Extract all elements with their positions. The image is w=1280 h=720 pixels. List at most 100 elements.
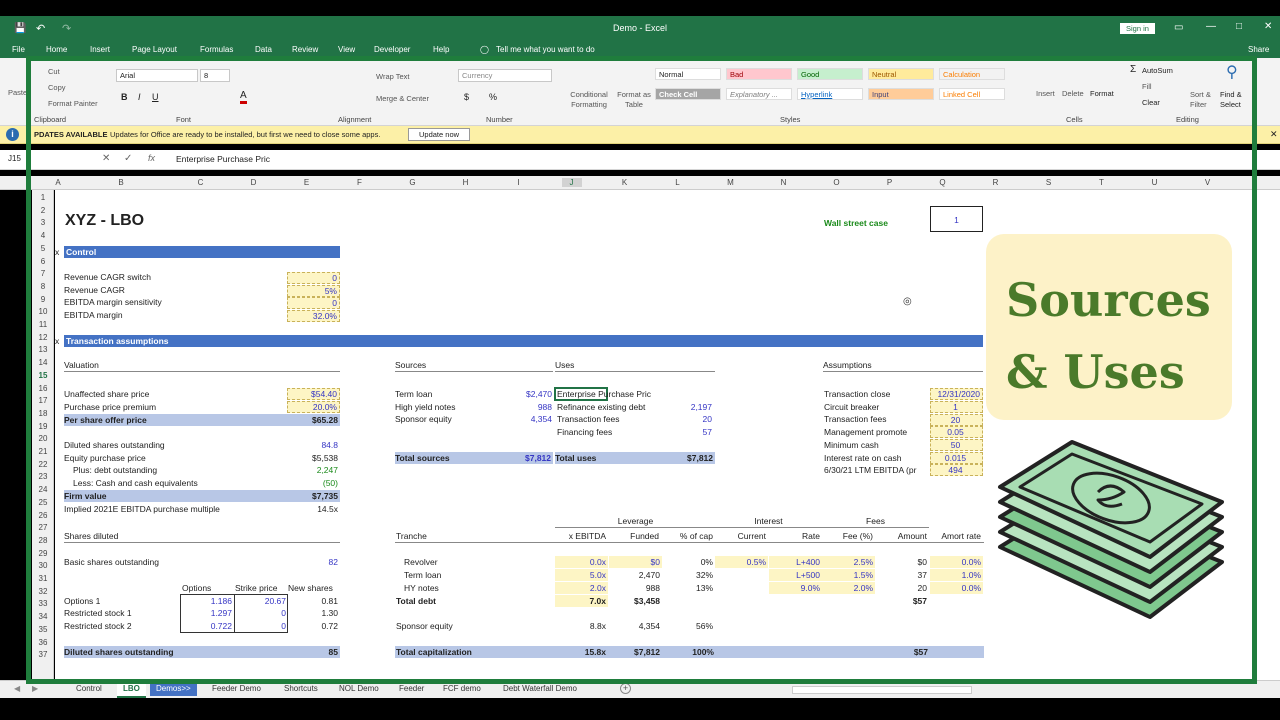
- column-header[interactable]: R: [986, 178, 1006, 187]
- row-header[interactable]: 18: [34, 409, 52, 418]
- row-header[interactable]: 21: [34, 447, 52, 456]
- italic-button[interactable]: I: [138, 92, 141, 102]
- row-header[interactable]: 37: [34, 650, 52, 659]
- horizontal-scrollbar[interactable]: [792, 686, 972, 694]
- row-header[interactable]: 11: [34, 320, 52, 329]
- row-header[interactable]: 22: [34, 460, 52, 469]
- row-header[interactable]: 23: [34, 472, 52, 481]
- font-name-select[interactable]: Arial: [116, 69, 198, 82]
- minimize-icon[interactable]: —: [1206, 21, 1216, 32]
- format-cells-button[interactable]: Format: [1090, 89, 1114, 98]
- insert-cells-button[interactable]: Insert: [1036, 89, 1055, 98]
- column-header[interactable]: C: [191, 178, 211, 187]
- close-info-icon[interactable]: ✕: [1270, 129, 1278, 140]
- row-header[interactable]: 28: [34, 536, 52, 545]
- row-header[interactable]: 8: [34, 282, 52, 291]
- style-bad[interactable]: Bad: [726, 68, 792, 80]
- option-count[interactable]: 0.722: [181, 621, 232, 632]
- row-header[interactable]: 13: [34, 345, 52, 354]
- row-header[interactable]: 2: [34, 206, 52, 215]
- column-header[interactable]: H: [456, 178, 476, 187]
- merge-center-button[interactable]: Merge & Center: [376, 94, 429, 103]
- column-header[interactable]: T: [1092, 178, 1112, 187]
- menu-view[interactable]: View: [338, 45, 355, 54]
- copy-button[interactable]: Copy: [48, 83, 66, 92]
- tranche-input[interactable]: L+400: [769, 556, 822, 568]
- tranche-input[interactable]: 2.0%: [822, 582, 875, 594]
- row-header[interactable]: 29: [34, 549, 52, 558]
- tranche-input[interactable]: 5.0x: [555, 569, 608, 581]
- tab-debt-waterfall-demo[interactable]: Debt Waterfall Demo: [503, 684, 577, 693]
- column-header[interactable]: V: [1198, 178, 1218, 187]
- menu-insert[interactable]: Insert: [90, 45, 110, 54]
- name-box[interactable]: J15: [8, 154, 68, 163]
- tranche-input[interactable]: 2.5%: [822, 556, 875, 568]
- assumption-input[interactable]: 0.05: [930, 426, 983, 438]
- share-button[interactable]: Share: [1248, 45, 1269, 54]
- style-explanatory[interactable]: Explanatory ...: [726, 88, 792, 100]
- control-input[interactable]: 32.0%: [287, 310, 340, 322]
- row-header[interactable]: 6: [34, 257, 52, 266]
- formula-input[interactable]: Enterprise Purchase Pric: [176, 154, 270, 164]
- tranche-input[interactable]: L+500: [769, 569, 822, 581]
- row-header[interactable]: 30: [34, 561, 52, 570]
- val-input[interactable]: $54.40: [287, 388, 340, 400]
- column-header[interactable]: B: [111, 178, 131, 187]
- number-format-select[interactable]: Currency: [458, 69, 552, 82]
- tab-scroll-left-icon[interactable]: ◀: [14, 684, 20, 693]
- row-header[interactable]: 5: [34, 244, 52, 253]
- row-header[interactable]: 14: [34, 358, 52, 367]
- tab-scroll-right-icon[interactable]: ▶: [32, 684, 38, 693]
- assumption-input[interactable]: 494: [930, 464, 983, 476]
- row-header[interactable]: 32: [34, 587, 52, 596]
- currency-icon[interactable]: $: [464, 92, 469, 102]
- tranche-input[interactable]: 9.0%: [769, 582, 822, 594]
- assumption-input[interactable]: 20: [930, 414, 983, 426]
- row-header[interactable]: 7: [34, 269, 52, 278]
- column-header[interactable]: O: [827, 178, 847, 187]
- column-header[interactable]: I: [509, 178, 529, 187]
- menu-data[interactable]: Data: [255, 45, 272, 54]
- use-label[interactable]: Enterprise Purchase Pric: [557, 389, 651, 400]
- enter-formula-icon[interactable]: ✓: [124, 153, 132, 164]
- style-normal[interactable]: Normal: [655, 68, 721, 80]
- row-header[interactable]: 9: [34, 295, 52, 304]
- column-header[interactable]: E: [297, 178, 317, 187]
- option-count[interactable]: 1.297: [181, 608, 232, 619]
- format-painter-button[interactable]: Format Painter: [48, 99, 98, 108]
- column-header[interactable]: P: [880, 178, 900, 187]
- column-header[interactable]: U: [1145, 178, 1165, 187]
- column-header[interactable]: M: [721, 178, 741, 187]
- wrap-text-button[interactable]: Wrap Text: [376, 72, 410, 81]
- row-header[interactable]: 35: [34, 625, 52, 634]
- column-header[interactable]: S: [1039, 178, 1059, 187]
- row-header[interactable]: 15: [34, 371, 52, 380]
- tell-me-box[interactable]: Tell me what you want to do: [496, 45, 595, 54]
- row-header[interactable]: 24: [34, 485, 52, 494]
- sort-filter-button[interactable]: Sort & Filter: [1190, 90, 1220, 110]
- row-header[interactable]: 17: [34, 396, 52, 405]
- row-header[interactable]: 36: [34, 638, 52, 647]
- percent-icon[interactable]: %: [489, 92, 497, 102]
- column-header[interactable]: L: [668, 178, 688, 187]
- row-header[interactable]: 10: [34, 307, 52, 316]
- tranche-input[interactable]: 2.0x: [555, 582, 608, 594]
- column-header[interactable]: N: [774, 178, 794, 187]
- assumption-input[interactable]: 1: [930, 401, 983, 413]
- tab-control[interactable]: Control: [76, 684, 102, 693]
- delete-cells-button[interactable]: Delete: [1062, 89, 1084, 98]
- style-calculation[interactable]: Calculation: [939, 68, 1005, 80]
- menu-developer[interactable]: Developer: [374, 45, 410, 54]
- column-header[interactable]: K: [615, 178, 635, 187]
- format-as-table-button[interactable]: Format as Table: [616, 90, 652, 110]
- row-header[interactable]: 34: [34, 612, 52, 621]
- tab-lbo[interactable]: LBO: [117, 681, 146, 698]
- tranche-input[interactable]: 1.5%: [822, 569, 875, 581]
- bold-button[interactable]: B: [121, 92, 128, 102]
- column-header[interactable]: J: [561, 178, 582, 187]
- style-check-cell[interactable]: Check Cell: [655, 88, 721, 100]
- control-input[interactable]: 0: [287, 297, 340, 309]
- row-header[interactable]: 20: [34, 434, 52, 443]
- row-header[interactable]: 4: [34, 231, 52, 240]
- column-header[interactable]: D: [244, 178, 264, 187]
